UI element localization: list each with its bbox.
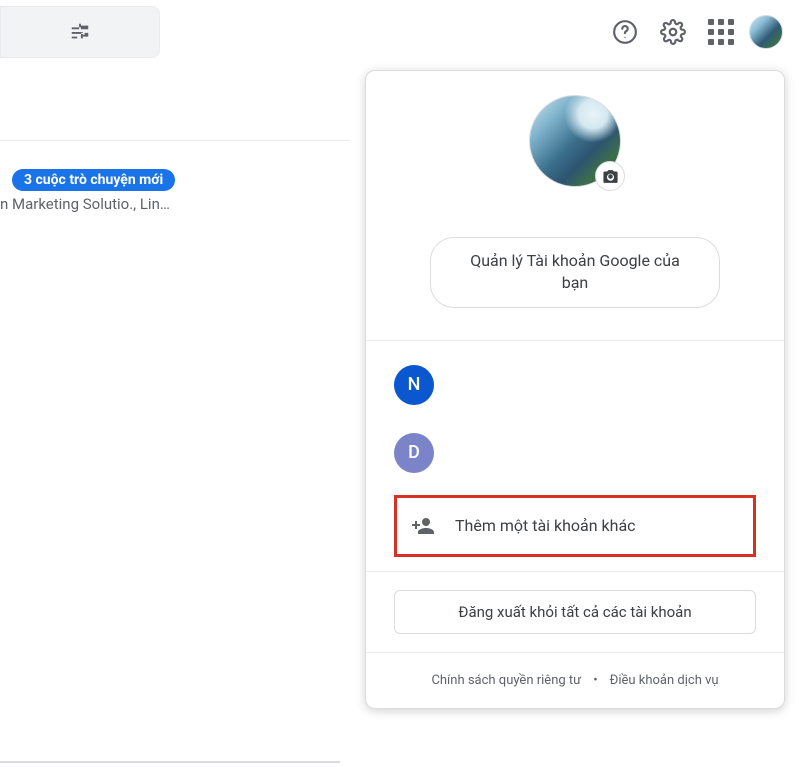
- signout-all-button[interactable]: Đăng xuất khỏi tất cả các tài khoản: [394, 590, 756, 634]
- camera-icon: [602, 168, 619, 185]
- help-button[interactable]: [605, 12, 645, 52]
- terms-link[interactable]: Điều khoản dịch vụ: [610, 673, 719, 688]
- topbar-right: [605, 12, 783, 52]
- search-filter-button[interactable]: [0, 6, 160, 58]
- settings-button[interactable]: [653, 12, 693, 52]
- tune-icon: [69, 21, 91, 43]
- topbar-left: [0, 6, 160, 58]
- popup-footer: Chính sách quyền riêng tư • Điều khoản d…: [366, 652, 784, 708]
- account-menu-popup: Quản lý Tài khoản Google của bạn N D Thê…: [365, 70, 785, 709]
- bottom-shadow: [0, 761, 340, 763]
- inbox-background: 3 cuộc trò chuyện mới n Marketing Soluti…: [0, 100, 350, 213]
- manage-account-button[interactable]: Quản lý Tài khoản Google của bạn: [430, 237, 720, 308]
- add-account-highlight: Thêm một tài khoản khác: [394, 495, 756, 557]
- signout-section: Đăng xuất khỏi tất cả các tài khoản: [366, 571, 784, 652]
- add-account-button[interactable]: Thêm một tài khoản khác: [397, 498, 753, 554]
- account-row[interactable]: N: [366, 351, 784, 419]
- avatar-wrapper: [529, 95, 621, 187]
- separator-dot: •: [593, 673, 597, 688]
- change-photo-button[interactable]: [595, 161, 625, 191]
- apps-button[interactable]: [701, 12, 741, 52]
- add-account-label: Thêm một tài khoản khác: [455, 516, 636, 535]
- person-add-icon: [411, 514, 435, 538]
- account-row[interactable]: D: [366, 419, 784, 487]
- account-initial-avatar: N: [394, 365, 434, 405]
- account-list: N D Thêm một tài khoản khác: [366, 340, 784, 557]
- divider: [0, 140, 350, 141]
- privacy-link[interactable]: Chính sách quyền riêng tư: [431, 673, 581, 688]
- account-initial-avatar: D: [394, 433, 434, 473]
- apps-grid-icon: [708, 19, 734, 45]
- conversation-count-chip[interactable]: 3 cuộc trò chuyện mới: [12, 169, 175, 191]
- popup-header: Quản lý Tài khoản Google của bạn: [366, 71, 784, 340]
- account-avatar-small[interactable]: [749, 15, 783, 49]
- help-icon: [612, 19, 638, 45]
- gear-icon: [660, 19, 686, 45]
- inbox-preview-text: n Marketing Solutio., Lin…: [0, 195, 230, 213]
- topbar: [0, 0, 799, 64]
